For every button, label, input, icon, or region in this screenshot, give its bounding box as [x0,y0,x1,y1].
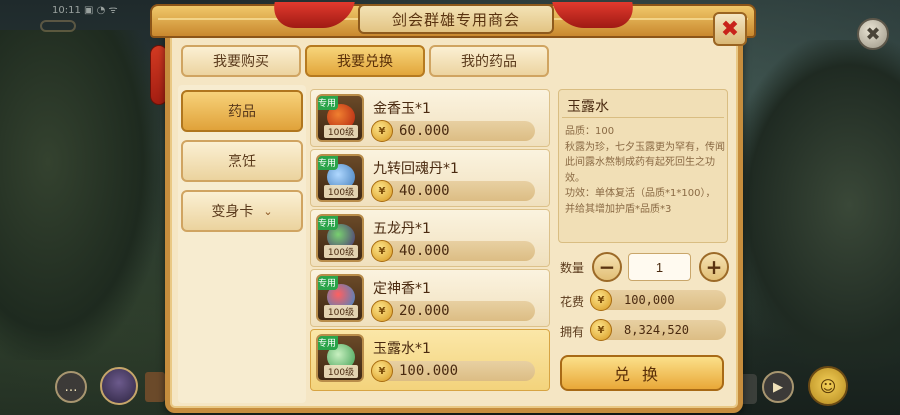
level-badge: 100级 [324,245,358,258]
level-badge: 100级 [324,305,358,318]
exchange-button[interactable]: 兑换 [560,355,724,391]
item-name: 九转回魂丹*1 [373,161,459,177]
detail-description: 品质：100 秋露为珍，七夕玉露更为罕有，传闻此间露水熬制成药有起死回生之功效。… [565,126,725,215]
item-icon: 专用 100级 [316,154,364,202]
owned-label: 拥有 [560,325,585,339]
price-bar: ¥ 100.000 [371,360,535,382]
category-panel [178,85,306,403]
coin-icon: ¥ [371,300,393,322]
user-icon[interactable]: ☺ [808,366,848,406]
item-name: 玉露水*1 [373,341,431,357]
item-icon: 专用 100级 [316,94,364,142]
quantity-label: 数量 [560,261,585,275]
item-name: 金香玉*1 [373,101,431,117]
price-bar: ¥ 40.000 [371,240,535,262]
category-cooking[interactable]: 烹饪 [181,140,303,182]
item-price: 40.000 [399,243,450,259]
coin-icon: ¥ [371,240,393,262]
divider [562,117,724,118]
item-price: 100.000 [399,363,459,379]
exclusive-tag: 专用 [318,156,338,170]
quantity-input[interactable] [628,253,691,281]
owned-bar: ¥ 8,324,520 [590,319,726,341]
list-item[interactable]: 专用 100级 定神香*1 ¥ 20.000 [310,269,550,327]
list-item[interactable]: 专用 100级 金香玉*1 ¥ 60.000 [310,89,550,147]
level-badge: 100级 [324,125,358,138]
category-label: 变身卡 [211,204,254,220]
exclusive-tag: 专用 [318,96,338,110]
item-name: 五龙丹*1 [373,221,431,237]
tab-my-medicine[interactable]: 我的药品 [429,45,549,77]
item-price: 60.000 [399,123,450,139]
avatar[interactable] [100,367,138,405]
chevron-down-icon: ⌄ [263,204,273,218]
tab-exchange[interactable]: 我要兑换 [305,45,425,77]
bag-icon[interactable] [145,372,165,402]
item-icon: 专用 100级 [316,274,364,322]
quantity-plus-button[interactable]: + [699,252,729,282]
list-item[interactable]: 专用 100级 九转回魂丹*1 ¥ 40.000 [310,149,550,207]
chat-icon[interactable]: … [55,371,87,403]
video-icon[interactable]: ▶ [762,371,794,403]
list-item[interactable]: 专用 100级 五龙丹*1 ¥ 40.000 [310,209,550,267]
coin-icon: ¥ [371,180,393,202]
background-tree-right [730,40,900,370]
background-tree-left [0,30,160,360]
detail-title: 玉露水 [567,99,609,115]
price-bar: ¥ 40.000 [371,180,535,202]
item-icon: 专用 100级 [316,334,364,382]
cost-bar: ¥ 100,000 [590,289,726,311]
tab-buy[interactable]: 我要购买 [181,45,301,77]
dialog-close-button[interactable]: ✖ [713,12,747,46]
exclusive-tag: 专用 [318,276,338,290]
category-transform-card[interactable]: 变身卡 ⌄ [181,190,303,232]
price-bar: ¥ 60.000 [371,120,535,142]
coin-icon: ¥ [590,319,612,341]
item-price: 20.000 [399,303,450,319]
coin-icon: ¥ [590,289,612,311]
level-badge: 100级 [324,185,358,198]
dialog-title: 剑会群雄专用商会 [358,4,554,34]
item-name: 定神香*1 [373,281,431,297]
item-icon: 专用 100级 [316,214,364,262]
decorative-swirl [40,20,76,32]
outer-close-button[interactable]: ✖ [857,18,889,50]
coin-icon: ¥ [371,120,393,142]
list-item[interactable]: 专用 100级 玉露水*1 ¥ 100.000 [310,329,550,391]
exclusive-tag: 专用 [318,336,338,350]
exclusive-tag: 专用 [318,216,338,230]
category-medicine[interactable]: 药品 [181,90,303,132]
item-price: 40.000 [399,183,450,199]
price-bar: ¥ 20.000 [371,300,535,322]
quantity-minus-button[interactable]: − [592,252,622,282]
owned-value: 8,324,520 [624,323,690,337]
cost-label: 花费 [560,295,585,309]
cost-value: 100,000 [624,293,675,307]
coin-icon: ¥ [371,360,393,382]
level-badge: 100级 [324,365,358,378]
status-bar: 10:11 ▣ ◔ ᯤ [52,5,118,16]
